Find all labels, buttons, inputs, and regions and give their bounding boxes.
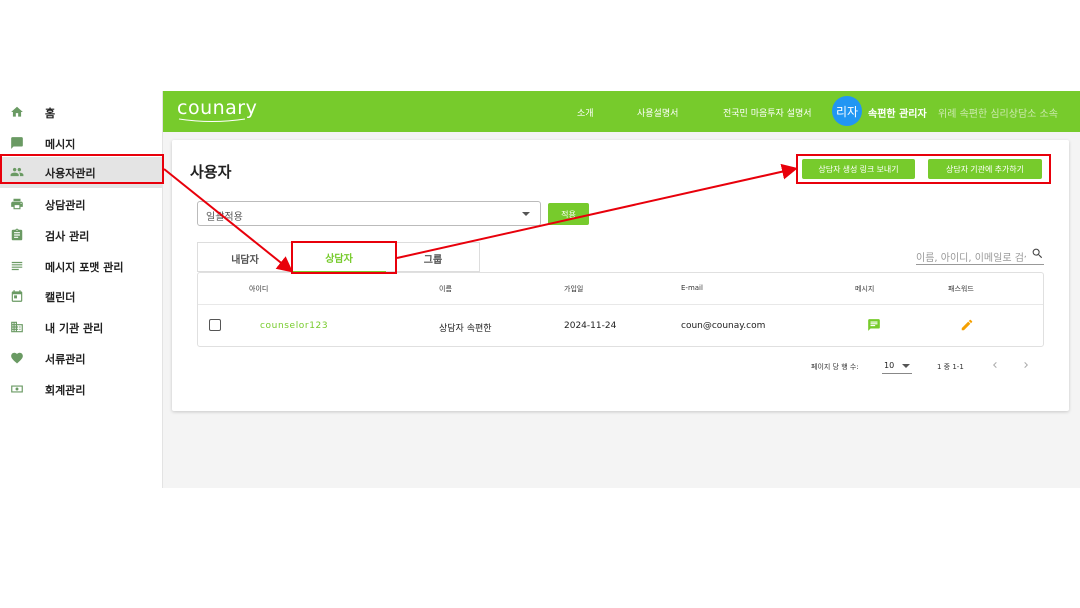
message-icon <box>10 136 24 150</box>
send-signup-link-button[interactable]: 상담자 생성 링크 보내기 <box>802 159 915 179</box>
logo-swoosh-icon <box>178 118 246 122</box>
tab-clients[interactable]: 내담자 <box>198 243 292 273</box>
sidebar-item-messages[interactable]: 메시지 <box>0 128 163 159</box>
building-icon <box>10 320 24 334</box>
sidebar-item-label: 메시지 포맷 관리 <box>45 260 124 274</box>
sidebar-item-user-management[interactable]: 사용자관리 <box>0 157 163 188</box>
nav-link-intro[interactable]: 소개 <box>577 106 594 119</box>
tab-groups[interactable]: 그룹 <box>386 243 480 273</box>
message-icon[interactable] <box>867 318 881 332</box>
row-checkbox[interactable] <box>209 319 221 331</box>
chevron-down-icon <box>522 212 530 216</box>
sidebar: 홈 메시지 사용자관리 상담관리 검사 관리 메시지 포맷 관리 캘린더 내 기… <box>0 91 163 488</box>
pagination-range: 1 중 1-1 <box>937 363 964 371</box>
column-header-message: 메시지 <box>855 285 875 293</box>
sidebar-item-label: 검사 관리 <box>45 229 90 243</box>
nav-link-manual[interactable]: 사용설명서 <box>637 106 678 119</box>
row-id-link[interactable]: counselor123 <box>260 321 328 331</box>
print-icon <box>10 197 24 211</box>
sidebar-item-label: 사용자관리 <box>45 166 96 180</box>
nav-link-investment-guide[interactable]: 전국민 마음투자 설명서 <box>723 106 812 119</box>
next-page-icon[interactable] <box>1020 358 1032 372</box>
column-header-name[interactable]: 이름 <box>439 284 452 294</box>
sidebar-item-calendar[interactable]: 캘린더 <box>0 281 163 312</box>
people-icon <box>10 165 24 179</box>
search-input[interactable]: 이름, 아이디, 이메일로 검색 <box>916 245 1044 265</box>
tab-counselors[interactable]: 상담자 <box>292 243 386 273</box>
add-to-org-button[interactable]: 상담자 기관에 추가하기 <box>928 159 1042 179</box>
home-icon <box>10 105 24 119</box>
bulk-action-value: 일괄적용 <box>206 212 243 223</box>
column-header-id[interactable]: 아이디 <box>249 284 268 294</box>
money-icon <box>10 382 24 396</box>
search-placeholder: 이름, 아이디, 이메일로 검색 <box>916 253 1026 264</box>
sidebar-item-label: 캘린더 <box>45 290 76 304</box>
lines-icon <box>10 259 24 273</box>
sidebar-item-tests[interactable]: 검사 관리 <box>0 220 163 251</box>
users-card: 사용자 상담자 생성 링크 보내기 상담자 기관에 추가하기 일괄적용 적용 내… <box>172 140 1069 411</box>
column-header-joined[interactable]: 가입일 <box>564 284 583 294</box>
prev-page-icon[interactable] <box>989 358 1001 372</box>
user-name: 속편한 관리자 <box>868 109 927 120</box>
sidebar-item-message-format[interactable]: 메시지 포맷 관리 <box>0 251 163 282</box>
calendar-icon <box>10 289 24 303</box>
top-header: counary 소개 사용설명서 전국민 마음투자 설명서 리자 속편한 관리자… <box>163 91 1080 132</box>
sidebar-item-label: 홈 <box>45 106 56 120</box>
sidebar-item-home[interactable]: 홈 <box>0 97 163 128</box>
heart-icon <box>10 351 24 365</box>
rows-per-page-value: 10 <box>884 361 895 370</box>
rows-per-page-select[interactable]: 10 <box>882 358 912 374</box>
sidebar-item-label: 서류관리 <box>45 352 86 366</box>
logo[interactable]: counary <box>177 97 257 119</box>
user-affiliation: 위례 속편한 심리상담소 소속 <box>938 109 1058 120</box>
user-type-tabs: 내담자 상담자 그룹 <box>197 242 480 273</box>
pencil-icon[interactable] <box>960 318 974 332</box>
rows-per-page-label: 페이지 당 행 수: <box>811 363 859 371</box>
clipboard-icon <box>10 228 24 242</box>
column-header-email[interactable]: E-mail <box>681 284 703 292</box>
sidebar-item-label: 회계관리 <box>45 383 86 397</box>
page-title: 사용자 <box>190 163 232 181</box>
apply-button[interactable]: 적용 <box>548 203 589 225</box>
sidebar-item-counseling[interactable]: 상담관리 <box>0 189 163 220</box>
users-table: 아이디 이름 가입일 E-mail 메시지 패스워드 counselor123 … <box>197 272 1044 347</box>
column-header-password: 패스워드 <box>948 285 974 293</box>
sidebar-item-documents[interactable]: 서류관리 <box>0 343 163 374</box>
row-email: coun@counay.com <box>681 321 766 331</box>
sidebar-item-accounting[interactable]: 회계관리 <box>0 374 163 405</box>
chevron-down-icon <box>902 364 910 368</box>
sidebar-item-label: 상담관리 <box>45 198 86 212</box>
sidebar-item-label: 메시지 <box>45 137 76 151</box>
bulk-action-select[interactable]: 일괄적용 <box>197 201 541 226</box>
row-joined: 2024-11-24 <box>564 321 617 331</box>
sidebar-item-label: 내 기관 관리 <box>45 321 104 335</box>
search-icon[interactable] <box>1031 247 1044 260</box>
row-name: 상담자 속편한 <box>439 324 492 334</box>
sidebar-item-my-org[interactable]: 내 기관 관리 <box>0 312 163 343</box>
row-divider <box>198 304 1043 305</box>
avatar[interactable]: 리자 <box>832 96 862 126</box>
